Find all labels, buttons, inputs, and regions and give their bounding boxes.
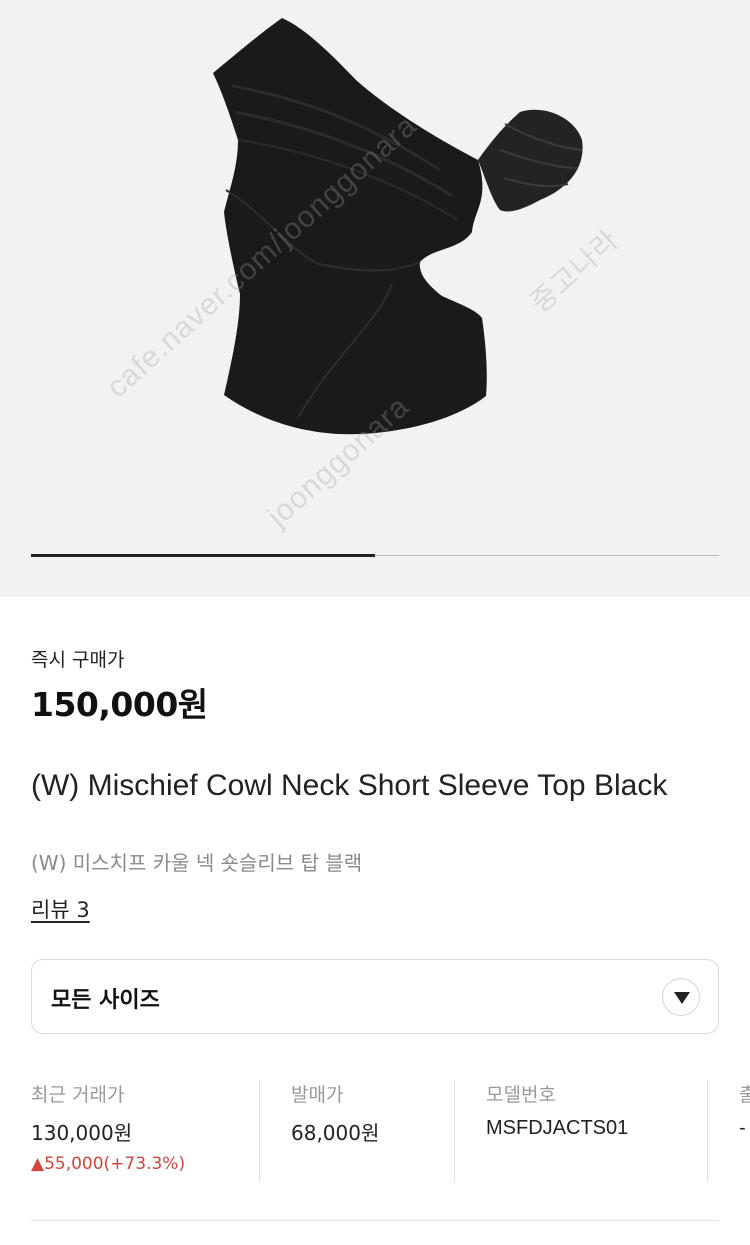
info-label: 최근 거래가	[31, 1084, 125, 1106]
info-label: 발매가	[291, 1084, 344, 1106]
size-select[interactable]: 모든 사이즈	[31, 959, 719, 1034]
buy-now-label: 즉시 구매가	[31, 649, 125, 671]
product-image-gallery[interactable]: cafe.naver.com/joonggonara joonggonara 중…	[0, 0, 750, 597]
info-release-date: 출 -	[739, 1080, 750, 1182]
gallery-progress-bar	[31, 554, 719, 557]
info-value: -	[739, 1117, 746, 1139]
info-release-price: 발매가 68,000원	[291, 1080, 379, 1182]
divider	[259, 1080, 260, 1182]
price-change-badge: ▲55,000(+73.3%)	[31, 1154, 186, 1174]
info-label: 출	[739, 1084, 750, 1106]
product-title-en: (W) Mischief Cowl Neck Short Sleeve Top …	[31, 769, 668, 802]
size-toggle-button[interactable]	[662, 978, 700, 1016]
divider	[454, 1080, 455, 1182]
info-value: 68,000원	[291, 1121, 380, 1145]
divider	[707, 1080, 708, 1182]
review-link[interactable]: 리뷰 3	[31, 894, 90, 924]
info-value: MSFDJACTS01	[486, 1117, 629, 1139]
divider	[31, 1220, 719, 1221]
size-select-value: 모든 사이즈	[51, 988, 160, 1013]
info-recent-trade: 최근 거래가 130,000원 ▲55,000(+73.3%)	[31, 1080, 185, 1182]
product-info-row: 최근 거래가 130,000원 ▲55,000(+73.3%) 발매가 68,0…	[0, 1080, 750, 1182]
buy-now-price: 150,000원	[31, 685, 208, 724]
product-image	[213, 18, 583, 435]
info-value: 130,000원	[31, 1121, 133, 1145]
info-label: 모델번호	[486, 1084, 556, 1106]
chevron-down-icon	[674, 992, 690, 1004]
product-title-ko: (W) 미스치프 카울 넥 숏슬리브 탑 블랙	[31, 851, 363, 875]
info-model-number: 모델번호 MSFDJACTS01	[486, 1080, 628, 1182]
gallery-progress-fill	[31, 554, 375, 557]
